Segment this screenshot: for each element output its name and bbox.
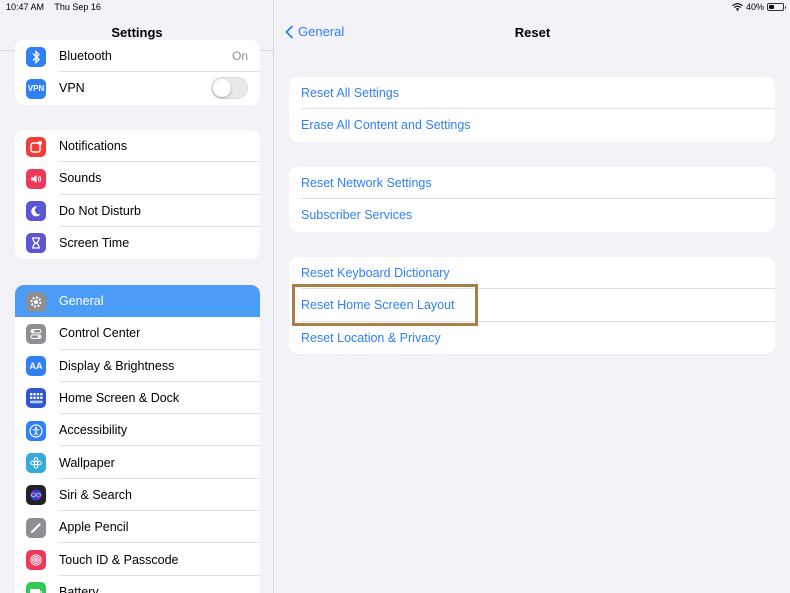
sidebar-group-connectivity: Bluetooth On VPN VPN (15, 40, 260, 105)
sounds-icon (26, 168, 46, 189)
reset-keyboard-dictionary-label: Reset Keyboard Dictionary (301, 266, 450, 281)
status-time: 10:47 AM (6, 2, 45, 12)
reset-all-settings-button[interactable]: Reset All Settings (289, 77, 775, 110)
page-title: Reset (514, 25, 551, 40)
reset-group-network: Reset Network Settings Subscriber Servic… (289, 167, 775, 232)
sidebar-item-home-screen-dock[interactable]: Home Screen & Dock (15, 382, 260, 415)
sidebar-item-label: Siri & Search (59, 487, 132, 502)
sidebar-item-label: Sounds (59, 171, 102, 186)
sidebar-item-label: Do Not Disturb (59, 203, 141, 218)
battery-status-icon (767, 3, 786, 11)
reset-network-settings-label: Reset Network Settings (301, 176, 432, 191)
sidebar-item-label: Notifications (59, 139, 128, 154)
erase-all-content-button[interactable]: Erase All Content and Settings (289, 109, 775, 141)
wallpaper-icon (26, 452, 46, 473)
status-bar-left: 10:47 AM Thu Sep 16 (6, 2, 109, 12)
home-screen-icon (26, 388, 46, 409)
sidebar: 10:47 AM Thu Sep 16 Settings Bluetooth O… (0, 0, 274, 593)
subscriber-services-label: Subscriber Services (301, 208, 413, 223)
pencil-icon (26, 517, 46, 538)
sidebar-item-label: Apple Pencil (59, 520, 129, 535)
sidebar-item-screen-time[interactable]: Screen Time (15, 227, 260, 259)
sidebar-item-label: Wallpaper (59, 455, 115, 470)
sidebar-item-do-not-disturb[interactable]: Do Not Disturb (15, 195, 260, 227)
wifi-icon (732, 3, 743, 11)
sidebar-item-label: Home Screen & Dock (59, 391, 180, 406)
sidebar-item-accessibility[interactable]: Accessibility (15, 414, 260, 447)
sidebar-item-touch-id-passcode[interactable]: Touch ID & Passcode (15, 543, 260, 576)
sidebar-item-bluetooth[interactable]: Bluetooth On (15, 40, 260, 73)
sidebar-item-control-center[interactable]: Control Center (15, 317, 260, 350)
status-date: Thu Sep 16 (54, 2, 101, 12)
sidebar-item-label: Accessibility (59, 423, 128, 438)
sidebar-item-sounds[interactable]: Sounds (15, 162, 260, 195)
status-bar-right: 40% (732, 2, 786, 12)
display-icon: AA (26, 356, 46, 377)
moon-icon (26, 201, 46, 222)
sidebar-group-notifications: Notifications Sounds Do Not Disturb Scre… (15, 130, 260, 260)
sidebar-title: Settings (111, 25, 163, 40)
control-center-icon (26, 323, 46, 344)
siri-icon (26, 485, 46, 506)
reset-location-privacy-label: Reset Location & Privacy (301, 330, 441, 345)
vpn-toggle[interactable] (211, 77, 248, 100)
notifications-icon (26, 136, 46, 157)
reset-group-settings: Reset All Settings Erase All Content and… (289, 77, 775, 142)
sidebar-item-display-brightness[interactable]: AA Display & Brightness (15, 350, 260, 382)
fingerprint-icon (26, 549, 46, 570)
highlight-box (292, 284, 478, 326)
gear-icon (26, 291, 46, 312)
bluetooth-status: On (231, 49, 248, 64)
sidebar-item-label: Control Center (59, 326, 141, 341)
battery-percent: 40% (745, 2, 764, 12)
sidebar-item-vpn[interactable]: VPN VPN (15, 72, 260, 104)
bluetooth-icon (26, 46, 46, 67)
erase-all-content-label: Erase All Content and Settings (301, 118, 471, 133)
sidebar-item-label: General (59, 294, 104, 309)
sidebar-item-label: Bluetooth (59, 49, 112, 64)
reset-location-privacy-button[interactable]: Reset Location & Privacy (289, 322, 775, 354)
sidebar-item-label: VPN (59, 81, 85, 96)
subscriber-services-button[interactable]: Subscriber Services (289, 199, 775, 231)
sidebar-item-wallpaper[interactable]: Wallpaper (15, 446, 260, 479)
reset-network-settings-button[interactable]: Reset Network Settings (289, 167, 775, 200)
sidebar-item-siri-search[interactable]: Siri & Search (15, 479, 260, 512)
accessibility-icon (26, 420, 46, 441)
sidebar-item-apple-pencil[interactable]: Apple Pencil (15, 511, 260, 544)
sidebar-item-label: Touch ID & Passcode (59, 552, 179, 567)
sidebar-group-general: General Control Center AA Display & Brig… (15, 285, 260, 593)
sidebar-item-label: Display & Brightness (59, 358, 175, 373)
hourglass-icon (26, 233, 46, 254)
battery-icon (26, 582, 46, 593)
sidebar-item-label: Screen Time (59, 236, 130, 251)
vpn-icon: VPN (26, 78, 46, 99)
sidebar-item-notifications[interactable]: Notifications (15, 130, 260, 163)
sidebar-item-label: Battery (59, 584, 99, 593)
sidebar-item-general[interactable]: General (15, 285, 260, 318)
sidebar-item-battery[interactable]: Battery (15, 576, 260, 593)
reset-all-settings-label: Reset All Settings (301, 86, 399, 101)
